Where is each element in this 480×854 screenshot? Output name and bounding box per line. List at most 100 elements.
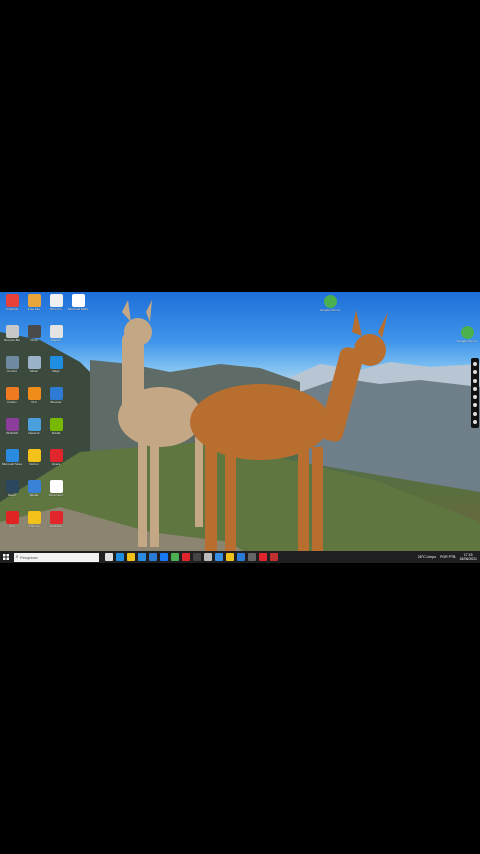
task-view-icon[interactable] [104, 553, 113, 561]
norton-icon [27, 449, 41, 462]
desktop-icon-label: Edge [52, 370, 60, 373]
desktop-icon[interactable]: Music [25, 356, 43, 373]
desktop-icon[interactable]: Control [3, 356, 21, 373]
desktop-icon[interactable]: Clock [25, 325, 43, 342]
desktop-icon[interactable]: Norton [25, 449, 43, 466]
desktop-icon[interactable]: Nitro Pro [47, 294, 65, 311]
desktop-icon[interactable]: Network [25, 418, 43, 435]
desktop-icon-label: Recycle Bin [4, 339, 20, 342]
document-icon [71, 294, 85, 307]
desktop-icon-label: Opera [51, 463, 61, 466]
photos-icon[interactable] [203, 553, 212, 561]
search-box[interactable]: ⌕ Pesquisar [14, 552, 99, 562]
store-icon [5, 449, 19, 462]
chrome-icon[interactable] [170, 553, 179, 561]
desktop-icon-label: Free Fire [27, 308, 41, 311]
date-text: 18/06/2021 [459, 557, 477, 561]
chrome-icon [27, 511, 41, 524]
desktop-icon[interactable]: Recycle Bin [3, 325, 21, 342]
winrar-icon [5, 418, 19, 431]
recorder-icon[interactable] [258, 553, 267, 561]
store-icon[interactable] [137, 553, 146, 561]
desktop-icon[interactable]: Steam [3, 480, 21, 497]
desktop-icon-right[interactable]: Google Chrome [457, 326, 477, 343]
desktop-icon[interactable]: Microsoft Store [2, 449, 22, 466]
desktop: AnyDesk Free Fire Nitro Pro Microsoft Mathe… [0, 292, 480, 563]
wallpaper-llamas [0, 300, 480, 563]
desktop-icon-label: Document [49, 494, 63, 497]
calculator-icon[interactable] [214, 553, 223, 561]
tool-button[interactable] [473, 395, 477, 400]
weather-text[interactable]: 26°C Limpo [418, 555, 436, 559]
media-icon [27, 480, 41, 493]
desktop-icon[interactable]: VLC [25, 387, 43, 404]
file-icon [49, 325, 63, 338]
desktop-icon-label: Report [51, 339, 61, 342]
system-tray: 26°C Limpo POR PTB 17:15 18/06/2021 [418, 551, 480, 563]
clock-icon [27, 325, 41, 338]
desktop-icon[interactable]: Media [25, 480, 43, 497]
desktop-icon[interactable]: Microsoft Mathematics [68, 294, 88, 311]
start-button[interactable] [0, 551, 12, 563]
desktop-icon-label: Media [29, 494, 39, 497]
desktop-icon-label: Microsoft Store [2, 463, 22, 466]
edge-icon [49, 356, 63, 369]
app-icon[interactable] [192, 553, 201, 561]
tool-button[interactable] [473, 419, 477, 424]
facebook-icon[interactable] [159, 553, 168, 561]
tool-button[interactable] [473, 403, 477, 408]
desktop-icon-label: Steam [7, 494, 17, 497]
settings-icon [5, 356, 19, 369]
desktop-icon[interactable]: AnyDesk [3, 294, 21, 311]
desktop-icon[interactable]: Report [47, 325, 65, 342]
language-indicator[interactable]: POR PTB [440, 555, 455, 559]
game-icon [27, 294, 41, 307]
desktop-icon[interactable]: Chrome [25, 511, 43, 528]
document-icon [49, 480, 63, 493]
desktop-icon[interactable]: WinRAR [3, 418, 21, 435]
app-icon[interactable] [247, 553, 256, 561]
taskbar: ⌕ Pesquisar 26°C Limpo POR PTB 17:15 18/… [0, 551, 480, 563]
taskbar-apps [103, 553, 279, 561]
desktop-icon[interactable]: Antivirus [47, 511, 65, 528]
clock[interactable]: 17:15 18/06/2021 [459, 553, 477, 561]
desktop-icon-label: VLC [31, 401, 37, 404]
desktop-icon-label: Network [28, 432, 40, 435]
edge-icon[interactable] [115, 553, 124, 561]
desktop-icon[interactable]: Document [47, 480, 65, 497]
desktop-icon[interactable]: Firefox [3, 387, 21, 404]
desktop-icon[interactable]: App [3, 511, 21, 528]
desktop-icon[interactable]: Nvidia [47, 418, 65, 435]
desktop-icon[interactable]: Opera [47, 449, 65, 466]
desktop-icon-label: Clock [30, 339, 38, 342]
desktop-icon-label: Antivirus [50, 525, 62, 528]
desktop-icon[interactable]: Edge [47, 356, 65, 373]
chrome-icon[interactable] [225, 553, 234, 561]
tool-button[interactable] [473, 386, 477, 391]
desktop-icon[interactable]: Browser [47, 387, 65, 404]
tool-button[interactable] [473, 370, 477, 375]
desktop-icon-label: Norton [29, 463, 39, 466]
tool-button[interactable] [473, 362, 477, 367]
desktop-icon-label: Browser [50, 401, 62, 404]
desktop-icon-label: Microsoft Mathematics [68, 308, 88, 311]
chrome-icon [460, 326, 474, 339]
nvidia-icon [49, 418, 63, 431]
file-explorer-icon[interactable] [126, 553, 135, 561]
floating-toolbar[interactable] [471, 358, 479, 428]
tool-button[interactable] [473, 411, 477, 416]
settings-icon[interactable] [236, 553, 245, 561]
firefox-icon [5, 387, 19, 400]
desktop-icon-label: Chrome [28, 525, 40, 528]
desktop-icon[interactable]: Free Fire [25, 294, 43, 311]
desktop-icon-label: App [9, 525, 15, 528]
app-icon[interactable] [269, 553, 278, 561]
desktop-icon-label: Nitro Pro [50, 308, 62, 311]
desktop-icon-center[interactable]: Google Chrome [320, 295, 340, 312]
media-icon[interactable] [181, 553, 190, 561]
tool-button[interactable] [473, 378, 477, 383]
anydesk-icon [5, 294, 19, 307]
mail-icon[interactable] [148, 553, 157, 561]
desktop-icon-label: AnyDesk [5, 308, 18, 311]
browser-icon [49, 387, 63, 400]
